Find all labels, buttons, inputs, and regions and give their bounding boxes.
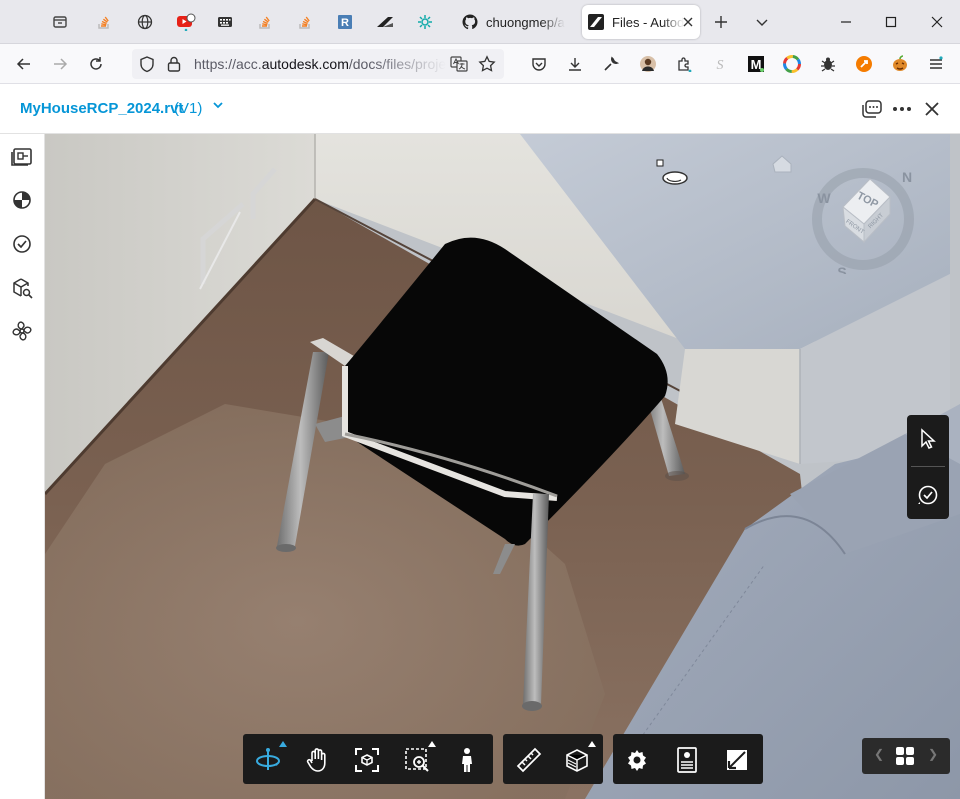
issues-check-icon[interactable] [10,232,34,256]
previous-sheet-chevron-icon[interactable]: ❮ [874,747,884,761]
youtube-tab-icon[interactable] [174,10,198,34]
shield-icon[interactable] [138,55,156,73]
bookmark-star-icon[interactable] [478,55,496,73]
pumpkin-extension-icon[interactable] [889,53,911,75]
comments-icon[interactable] [860,97,884,121]
r-app-tab-icon[interactable]: R [333,10,357,34]
new-tab-icon[interactable] [709,10,733,34]
wrench-icon[interactable] [600,53,622,75]
autodesk-tab-icon[interactable] [373,10,397,34]
left-toolbar [0,134,45,799]
reload-icon[interactable] [84,52,108,76]
sheets-views-icon[interactable] [10,145,34,169]
minimize-window-icon[interactable] [834,10,858,34]
svg-text:S: S [717,58,724,72]
model-viewport[interactable]: N E S W TOP FRONT RIGHT [45,134,960,799]
first-person-walk-icon[interactable] [454,747,480,773]
compass-w-label: W [817,190,831,206]
right-floating-toolbar [907,415,949,519]
grid-view-icon[interactable] [895,746,915,766]
compass-s-label: S [837,264,846,274]
tab-files-label: Files - Autod [612,14,685,30]
zoom-flyout-triangle-icon[interactable] [428,741,436,747]
close-tab-icon[interactable] [676,10,700,34]
m-extension-icon[interactable]: M [745,53,767,75]
compass-n-label: N [902,169,912,185]
svg-text:R: R [341,17,349,29]
bug-tab-icon[interactable] [413,10,437,34]
browser-nav-bar: https://acc.autodesk.com/docs/files/proj… [0,44,960,84]
close-window-icon[interactable] [925,10,949,34]
file-name-title: MyHouseRCP_2024.rvt [20,100,184,117]
browser-tab-strip: R chuongmep/a Files - Autod [0,0,960,44]
url-bar[interactable]: https://acc.autodesk.com/docs/files/proj… [132,49,504,79]
profile-avatar-icon[interactable] [637,53,659,75]
pan-hand-icon[interactable] [304,747,330,773]
pocket-icon[interactable] [528,53,550,75]
bug-extension-icon[interactable] [817,53,839,75]
viewer-header: MyHouseRCP_2024.rvt (V1) [0,84,960,134]
forward-arrow-icon[interactable] [48,52,72,76]
measure-section-toolbar [503,734,603,784]
color-wheel-icon[interactable] [781,53,803,75]
keyboard-tab-icon[interactable] [213,10,237,34]
stackoverflow-tab-icon[interactable] [293,10,317,34]
version-dropdown-chevron-icon[interactable] [212,98,224,114]
orange-extension-icon[interactable] [853,53,875,75]
stackoverflow-tab-icon[interactable] [253,10,277,34]
extensions-puzzle-icon[interactable] [673,53,695,75]
model-search-icon[interactable] [10,276,34,300]
translate-icon[interactable] [450,55,468,73]
zoom-window-icon[interactable] [404,741,436,773]
autodesk-icon [588,14,604,30]
orbit-flyout-triangle-icon[interactable] [279,741,287,747]
settings-gear-icon[interactable] [624,747,650,773]
view-cube[interactable]: N E S W TOP FRONT RIGHT [808,164,930,280]
model-browser-icon[interactable] [10,188,34,212]
globe-tab-icon[interactable] [133,10,157,34]
properties-icon[interactable] [674,747,700,773]
sheet-navigator: ❮ ❯ [862,738,950,774]
close-viewer-icon[interactable] [920,97,944,121]
list-tabs-chevron-icon[interactable] [750,10,774,34]
menu-hamburger-icon[interactable] [925,53,947,75]
toolbar-separator [911,466,945,467]
fullscreen-icon[interactable] [724,747,750,773]
next-sheet-chevron-icon[interactable]: ❯ [928,747,938,761]
stackoverflow-tab-icon[interactable] [92,10,116,34]
tab-overview-icon[interactable] [48,10,72,34]
more-options-icon[interactable] [890,97,914,121]
settings-toolbar [613,734,763,784]
tab-github[interactable]: chuongmep/a [462,5,570,39]
download-icon[interactable] [564,53,586,75]
back-arrow-icon[interactable] [12,52,36,76]
version-label[interactable]: (V1) [174,100,202,117]
lock-icon[interactable] [166,55,182,73]
fit-to-view-icon[interactable] [354,747,380,773]
create-issue-check-icon[interactable] [916,483,940,507]
svg-text:M: M [751,57,762,72]
select-cursor-icon[interactable] [916,427,940,451]
section-box-icon[interactable] [564,741,596,773]
github-icon [462,14,478,30]
measure-ruler-icon[interactable] [516,747,542,773]
tab-github-label: chuongmep/a [486,14,565,30]
mep-fan-icon[interactable] [10,319,34,343]
url-text: https://acc.autodesk.com/docs/files/proj… [194,56,446,72]
s-extension-icon[interactable]: S [709,53,731,75]
maximize-window-icon[interactable] [879,10,903,34]
navigation-toolbar [243,734,493,784]
orbit-tool-icon[interactable] [255,741,287,773]
section-flyout-triangle-icon[interactable] [588,741,596,747]
